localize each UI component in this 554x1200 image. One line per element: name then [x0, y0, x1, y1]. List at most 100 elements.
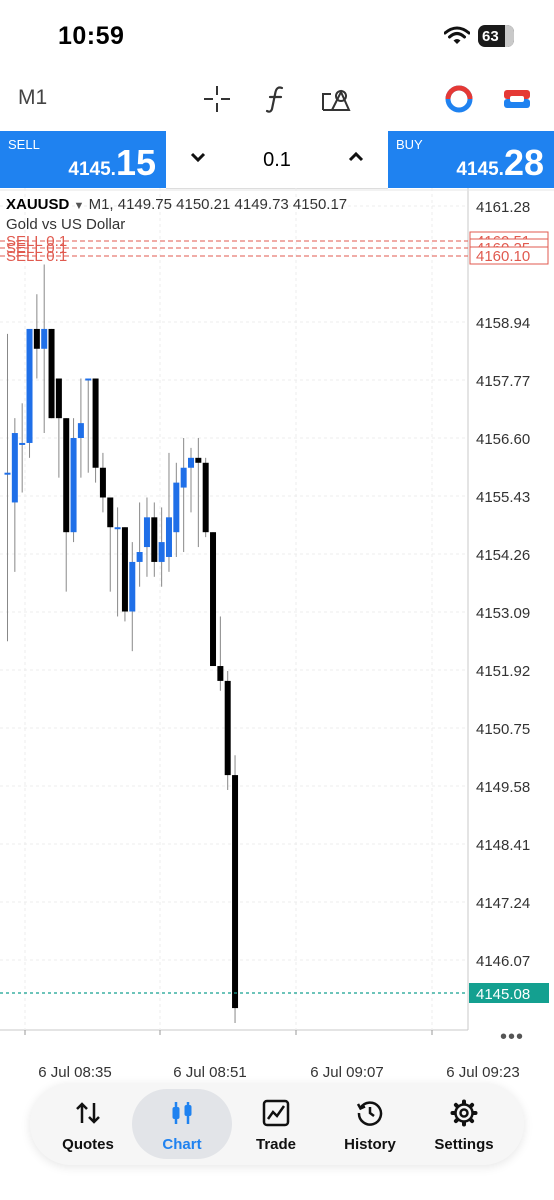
y-tick-label: 4147.24: [476, 895, 530, 912]
candle-body: [165, 517, 172, 557]
candle-body: [99, 467, 106, 498]
candle-body: [224, 680, 231, 776]
lot-panel: 0.1: [166, 131, 388, 189]
price-chart[interactable]: SELL 0.14160.51SELL 0.14160.25SELL 0.141…: [0, 188, 554, 1080]
function-icon[interactable]: [259, 82, 293, 116]
candle-body: [33, 328, 40, 349]
order-price-label: 4160.10: [476, 248, 530, 265]
nav-history[interactable]: History: [320, 1089, 420, 1159]
sell-button[interactable]: SELL 4145.15: [0, 131, 166, 188]
price-axis: 4161.28 4158.94 4157.77 4156.60 4155.43 4154.…: [476, 199, 530, 970]
bid-line: 4145.08: [0, 983, 549, 1003]
buy-button[interactable]: BUY 4145.28: [388, 131, 554, 188]
candle-body: [121, 527, 128, 612]
more-icon[interactable]: •••: [500, 1026, 524, 1049]
bottom-navigation: Quotes Chart Trade History Settings: [30, 1083, 524, 1165]
candle-body: [143, 517, 150, 548]
y-tick-label: 4157.77: [476, 373, 530, 390]
candle-body: [55, 378, 62, 419]
candle-body: [41, 328, 48, 349]
signals-icon[interactable]: [442, 82, 476, 116]
candle-body: [217, 666, 224, 681]
candle-body: [26, 328, 33, 443]
x-tick-label: 6 Jul 09:23: [446, 1064, 519, 1080]
timeframe-selector[interactable]: M1: [18, 86, 47, 110]
y-tick-label: 4161.28: [476, 199, 530, 216]
buy-label: BUY: [396, 137, 423, 152]
trade-icon: [262, 1099, 290, 1127]
symbol-info[interactable]: XAUUSD ▼ M1, 4149.75 4150.21 4149.73 415…: [6, 196, 347, 213]
candle-body: [11, 433, 18, 503]
quotes-icon: [76, 1102, 100, 1124]
candle-body: [19, 442, 26, 445]
candle-body: [232, 775, 239, 1009]
nav-label: Quotes: [62, 1136, 114, 1153]
x-tick-label: 6 Jul 08:51: [173, 1064, 246, 1080]
y-tick-label: 4156.60: [476, 431, 530, 448]
chart-icon: [172, 1102, 192, 1124]
nav-label: Chart: [162, 1136, 202, 1153]
candle-body: [48, 328, 55, 419]
wifi-icon: [443, 26, 471, 51]
x-tick-label: 6 Jul 08:35: [38, 1064, 111, 1080]
crosshair-icon[interactable]: [200, 82, 234, 116]
candle-body: [158, 542, 165, 562]
candles: [4, 264, 239, 1023]
y-tick-label: 4151.92: [476, 663, 530, 680]
symbol-description: Gold vs US Dollar: [6, 216, 126, 233]
candle-body: [107, 497, 114, 528]
y-tick-label: 4148.41: [476, 837, 530, 854]
buy-price: 4145.28: [456, 142, 544, 184]
nav-settings[interactable]: Settings: [414, 1089, 514, 1159]
buy-price-pips: 28: [503, 142, 544, 183]
sell-price-major: 4145.: [68, 159, 116, 180]
increase-lot-icon[interactable]: [346, 147, 366, 172]
y-tick-label: 4150.75: [476, 721, 530, 738]
nav-quotes[interactable]: Quotes: [38, 1089, 138, 1159]
nav-trade[interactable]: Trade: [226, 1089, 326, 1159]
order-lines: SELL 0.14160.51SELL 0.14160.25SELL 0.141…: [0, 231, 549, 265]
candle-body: [129, 561, 136, 612]
sell-price-pips: 15: [115, 142, 156, 183]
x-tick-label: 6 Jul 09:07: [310, 1064, 383, 1080]
nav-label: Settings: [434, 1136, 494, 1153]
bid-price-label: 4145.08: [476, 986, 530, 1003]
nav-label: History: [344, 1136, 396, 1153]
candle-body: [63, 418, 70, 533]
y-tick-label: 4154.26: [476, 547, 530, 564]
time-axis: 6 Jul 08:35 6 Jul 08:51 6 Jul 09:07 6 Jul 0…: [38, 1064, 519, 1080]
candle-body: [77, 423, 84, 438]
settings-icon: [450, 1099, 478, 1127]
candle-body: [92, 378, 99, 468]
candle-body: [151, 517, 158, 562]
y-tick-label: 4155.43: [476, 489, 530, 506]
candle-body: [210, 532, 217, 667]
candle-body: [85, 378, 92, 381]
candle-body: [136, 552, 143, 562]
sell-label: SELL: [8, 137, 40, 152]
y-tick-label: 4146.07: [476, 953, 530, 970]
chart-settings-icon[interactable]: [500, 82, 534, 116]
history-icon: [356, 1101, 383, 1126]
buy-price-major: 4145.: [456, 159, 504, 180]
candle-body: [114, 527, 121, 530]
candle-body: [195, 457, 202, 463]
candle-body: [188, 457, 194, 468]
battery-indicator: 63: [478, 25, 514, 47]
battery-level: 63: [482, 27, 499, 45]
order-label: SELL 0.1: [6, 248, 67, 265]
chart-grid: [0, 188, 554, 1035]
y-tick-label: 4153.09: [476, 605, 530, 622]
y-tick-label: 4149.58: [476, 779, 530, 796]
y-tick-label: 4158.94: [476, 315, 530, 332]
nav-chart[interactable]: Chart: [132, 1089, 232, 1159]
sell-price: 4145.15: [68, 142, 156, 184]
candle-body: [70, 438, 77, 533]
candle-body: [202, 462, 209, 533]
objects-icon[interactable]: [318, 82, 352, 116]
symbol-name: XAUUSD: [6, 196, 70, 213]
status-time: 10:59: [58, 22, 125, 50]
candle-body: [4, 472, 11, 475]
nav-label: Trade: [255, 1136, 297, 1153]
candle-body: [173, 482, 180, 533]
